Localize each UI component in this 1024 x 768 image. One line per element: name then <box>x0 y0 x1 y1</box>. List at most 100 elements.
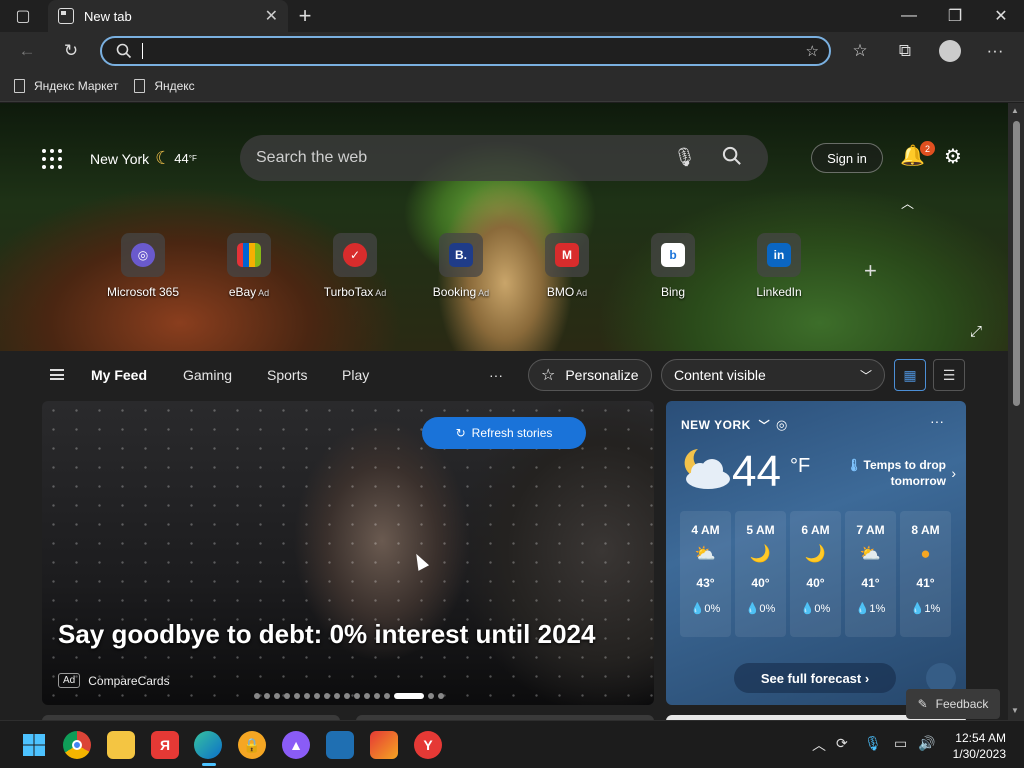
weather-city[interactable]: NEW YORK ﹀ ◎ <box>681 417 788 433</box>
hour-item[interactable]: 7 AM ⛅ 41° 💧1% <box>845 511 896 637</box>
add-site-icon[interactable]: + <box>864 258 877 284</box>
tile-bing[interactable]: b Bing <box>620 233 726 299</box>
sign-in-button[interactable]: Sign in <box>811 143 883 173</box>
carousel-dot[interactable] <box>344 693 350 699</box>
tab-play[interactable]: Play <box>342 367 369 383</box>
hour-item[interactable]: 5 AM 🌙 40° 💧0% <box>735 511 786 637</box>
app-icon[interactable] <box>370 731 398 759</box>
microphone-icon[interactable]: 🎙 <box>864 735 882 752</box>
back-button[interactable]: ← <box>12 37 42 65</box>
personalize-button[interactable]: ☆ Personalize <box>528 359 652 391</box>
content-visibility-select[interactable]: Content visible ﹀ <box>661 359 885 391</box>
microphone-icon[interactable]: 🎙 <box>673 147 696 168</box>
network-icon[interactable]: ▭ <box>894 735 907 752</box>
carousel-dot-active[interactable] <box>394 693 424 699</box>
close-tab-icon[interactable]: ✕ <box>265 6 278 26</box>
hour-item[interactable]: 6 AM 🌙 40° 💧0% <box>790 511 841 637</box>
tile-bmo[interactable]: M BMO Ad <box>514 233 620 299</box>
hour-item[interactable]: 8 AM ● 41° 💧1% <box>900 511 951 637</box>
list-view-button[interactable]: ☰ <box>933 359 965 391</box>
menu-icon[interactable] <box>50 369 64 380</box>
add-favorite-icon[interactable]: ☆ <box>806 42 819 60</box>
tab-new-tab[interactable]: New tab ✕ <box>48 0 288 32</box>
expand-icon[interactable]: ⤢ <box>970 323 982 340</box>
feedback-button[interactable]: ✎ Feedback <box>906 689 1000 719</box>
more-options-icon[interactable]: ··· <box>930 413 944 429</box>
restore-button[interactable]: ❐ <box>932 0 978 32</box>
carousel-dot[interactable] <box>304 693 310 699</box>
chevron-right-icon[interactable]: › <box>951 465 956 481</box>
page-scrollbar[interactable]: ▲ ▼ <box>1008 103 1024 720</box>
security-app-icon[interactable]: 🔒 <box>238 731 266 759</box>
edge-icon[interactable] <box>194 731 222 759</box>
story-headline[interactable]: Say goodbye to debt: 0% interest until 2… <box>58 619 595 650</box>
tile-linkedin[interactable]: in LinkedIn <box>726 233 832 299</box>
tab-my-feed[interactable]: My Feed <box>91 367 147 383</box>
scroll-up-arrow[interactable]: ▲ <box>1011 106 1019 115</box>
carousel-dot[interactable] <box>264 693 270 699</box>
bookmark-yandex[interactable]: Яндекс <box>134 78 195 93</box>
carousel-dot[interactable] <box>374 693 380 699</box>
yandex-icon[interactable]: Я <box>151 731 179 759</box>
gear-icon[interactable]: ⚙ <box>944 144 962 169</box>
carousel-dot[interactable] <box>324 693 330 699</box>
bookmark-yandex-market[interactable]: Яндекс Маркет <box>14 78 118 93</box>
search-icon[interactable] <box>722 146 742 166</box>
carousel-dot[interactable] <box>438 693 444 699</box>
chevron-up-icon[interactable]: ︿ <box>812 735 826 755</box>
more-tabs-button[interactable]: ··· <box>489 367 503 383</box>
carousel-dot[interactable] <box>364 693 370 699</box>
tab-actions-icon[interactable]: ▢ <box>0 0 46 32</box>
volume-icon[interactable]: 🔊 <box>918 735 935 752</box>
carousel-dot[interactable] <box>314 693 320 699</box>
collections-icon[interactable]: ⧉ <box>890 37 920 65</box>
weather-card[interactable]: NEW YORK ﹀ ◎ ··· 44 °F 🌡 Temps to drop to… <box>666 401 966 705</box>
tile-microsoft-365[interactable]: ◎ Microsoft 365 <box>90 233 196 299</box>
system-clock[interactable]: 12:54 AM 1/30/2023 <box>944 730 1006 762</box>
scrollbar-thumb[interactable] <box>1013 121 1020 406</box>
favorites-icon[interactable]: ☆ <box>845 37 875 65</box>
ad-tag: Ad <box>576 288 588 298</box>
carousel-dot[interactable] <box>254 693 260 699</box>
carousel-dot[interactable] <box>284 693 290 699</box>
tab-sports[interactable]: Sports <box>267 367 307 383</box>
weather-mini[interactable]: New York ☾ 44 °F <box>90 148 197 169</box>
windows-start-icon[interactable] <box>20 731 48 759</box>
yandex-browser-icon[interactable]: Y <box>414 731 442 759</box>
refresh-button[interactable]: ↻ <box>56 37 86 65</box>
featured-story-card[interactable]: ↻ Refresh stories Say goodbye to debt: 0… <box>42 401 654 705</box>
tab-gaming[interactable]: Gaming <box>183 367 232 383</box>
app-icon[interactable] <box>326 731 354 759</box>
chevron-up-icon[interactable]: ︿ <box>901 193 914 212</box>
web-search-box[interactable]: Search the web 🎙 <box>240 135 768 181</box>
title-bar: ▢ New tab ✕ + — ❐ ✕ <box>0 0 1024 32</box>
minimize-button[interactable]: — <box>886 0 932 32</box>
tile-ebay[interactable]: eBay Ad <box>196 233 302 299</box>
grid-view-button[interactable]: ▦ <box>894 359 926 391</box>
tile-turbotax[interactable]: ✓ TurboTax Ad <box>302 233 408 299</box>
carousel-dot[interactable] <box>294 693 300 699</box>
active-app-indicator <box>202 763 216 766</box>
see-full-forecast-button[interactable]: See full forecast › <box>734 663 896 693</box>
file-explorer-icon[interactable] <box>107 731 135 759</box>
carousel-dot[interactable] <box>334 693 340 699</box>
carousel-dot[interactable] <box>274 693 280 699</box>
weather-alert[interactable]: 🌡 Temps to drop tomorrow <box>830 457 946 489</box>
sync-icon[interactable]: ⟳ <box>836 735 848 752</box>
address-bar[interactable]: ☆ <box>100 36 831 66</box>
alice-icon[interactable]: ▲ <box>282 731 310 759</box>
carousel-dot[interactable] <box>428 693 434 699</box>
partly-cloudy-night-icon: ☾ <box>155 148 172 168</box>
new-tab-button[interactable]: + <box>282 0 328 32</box>
chrome-icon[interactable] <box>63 731 91 759</box>
app-launcher-icon[interactable] <box>42 149 62 169</box>
refresh-stories-button[interactable]: ↻ Refresh stories <box>422 417 586 449</box>
hour-item[interactable]: 4 AM ⛅ 43° 💧0% <box>680 511 731 637</box>
carousel-dot[interactable] <box>384 693 390 699</box>
tile-booking[interactable]: B. Booking Ad <box>408 233 514 299</box>
scroll-down-arrow[interactable]: ▼ <box>1011 706 1019 715</box>
carousel-dot[interactable] <box>354 693 360 699</box>
profile-avatar[interactable] <box>935 37 965 65</box>
settings-more-icon[interactable]: ··· <box>980 37 1010 65</box>
close-window-button[interactable]: ✕ <box>978 0 1024 32</box>
